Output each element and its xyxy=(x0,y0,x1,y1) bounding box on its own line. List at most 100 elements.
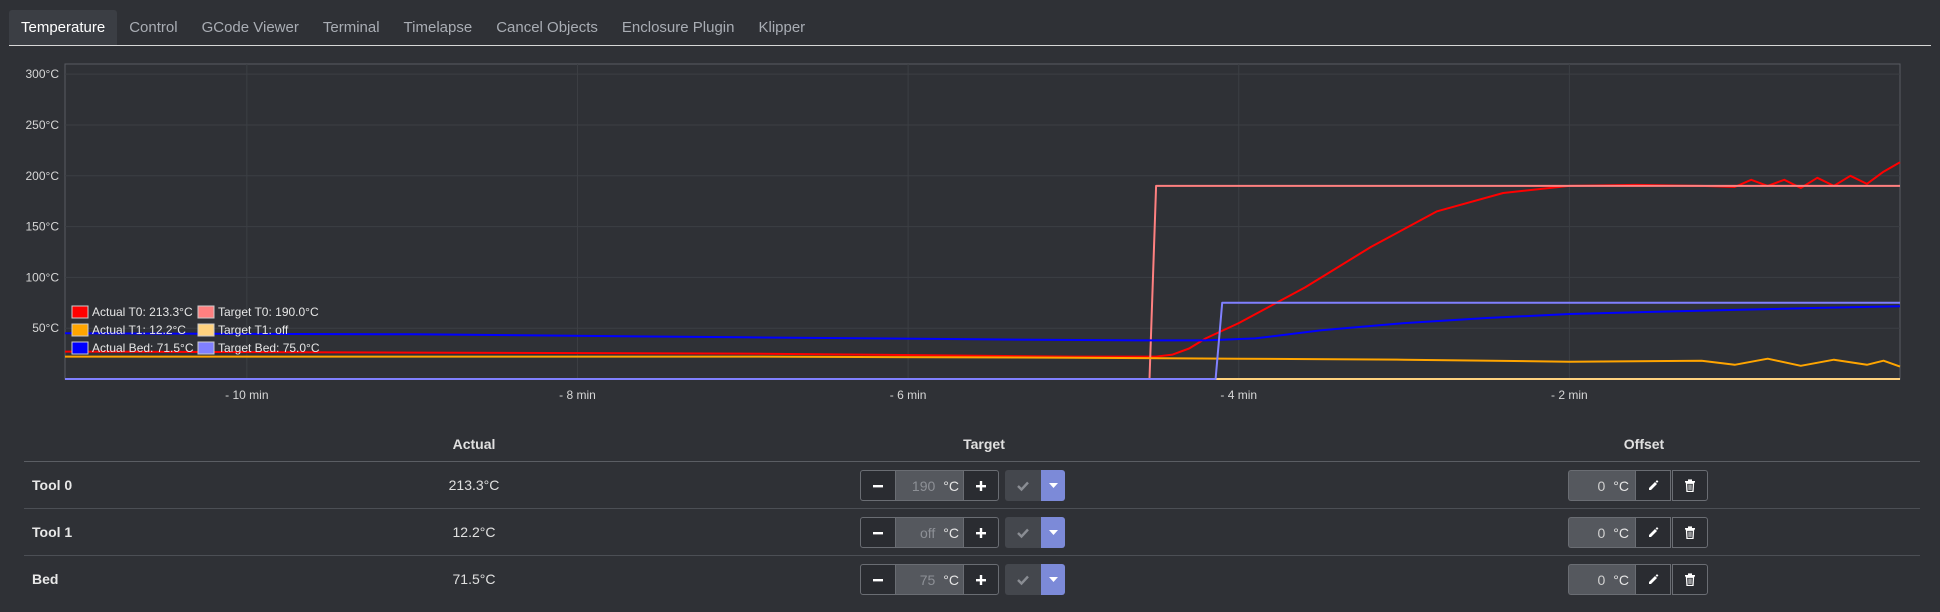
tab-cancel-objects[interactable]: Cancel Objects xyxy=(484,10,610,45)
tab-enclosure-plugin[interactable]: Enclosure Plugin xyxy=(610,10,747,45)
caret-down-icon xyxy=(1048,529,1058,535)
offset-unit: °C xyxy=(1613,477,1629,494)
pencil-icon xyxy=(1649,479,1659,490)
offset-value: 0 xyxy=(1597,477,1606,494)
tab-temperature[interactable]: Temperature xyxy=(9,10,118,45)
tab-timelapse[interactable]: Timelapse xyxy=(392,10,485,45)
y-tick-label: 150°C xyxy=(26,220,60,234)
temperature-chart: 50°C100°C150°C200°C250°C300°C - 10 min - … xyxy=(26,63,1901,402)
apply-button[interactable] xyxy=(1005,564,1041,595)
x-tick-label: - 8 min xyxy=(559,388,596,402)
pencil-icon xyxy=(1649,573,1659,584)
apply-button[interactable] xyxy=(1005,470,1041,501)
header-target: Target xyxy=(963,436,1005,452)
x-axis: - 10 min - 8 min - 6 min - 4 min - 2 min xyxy=(225,388,1588,402)
legend-label: Target T0: 190.0°C xyxy=(218,305,319,319)
legend-swatch xyxy=(71,323,89,337)
legend-swatch xyxy=(197,305,215,319)
x-tick-label: - 4 min xyxy=(1220,388,1257,402)
target-control: off °C xyxy=(860,517,1065,548)
header-actual: Actual xyxy=(452,436,496,452)
offset-control: 0 °C xyxy=(1568,564,1708,595)
x-tick-label: - 10 min xyxy=(225,388,268,402)
y-tick-label: 100°C xyxy=(26,270,60,284)
table-row: Bed 71.5°C 75 °C 0 °C xyxy=(24,556,1920,603)
row-name: Tool 1 xyxy=(32,524,73,540)
offset-control: 0 °C xyxy=(1568,470,1708,501)
offset-input[interactable]: 0 °C xyxy=(1568,564,1635,595)
apply-button[interactable] xyxy=(1005,517,1041,548)
tab-klipper[interactable]: Klipper xyxy=(746,10,817,45)
trash-icon xyxy=(1685,573,1695,586)
y-tick-label: 250°C xyxy=(26,118,60,132)
y-tick-label: 200°C xyxy=(26,169,60,183)
plus-icon xyxy=(976,527,986,538)
offset-input[interactable]: 0 °C xyxy=(1568,517,1635,548)
target-input[interactable]: 190 °C xyxy=(896,470,963,501)
increase-button[interactable] xyxy=(963,564,999,595)
plus-icon xyxy=(976,480,986,491)
temperature-table: Actual Target Offset Tool 0 213.3°C 190 … xyxy=(24,428,1920,603)
minus-icon xyxy=(873,578,883,581)
presets-dropdown-button[interactable] xyxy=(1041,517,1065,548)
target-input[interactable]: off °C xyxy=(896,517,963,548)
row-actual: 213.3°C xyxy=(448,477,500,493)
row-name: Tool 0 xyxy=(32,477,73,493)
target-control: 75 °C xyxy=(860,564,1065,595)
tab-gcode-viewer[interactable]: GCode Viewer xyxy=(190,10,311,45)
minus-icon xyxy=(873,484,883,487)
caret-down-icon xyxy=(1048,482,1058,488)
edit-offset-button[interactable] xyxy=(1635,564,1671,595)
legend-swatch xyxy=(71,341,89,355)
decrease-button[interactable] xyxy=(860,517,896,548)
tab-control[interactable]: Control xyxy=(117,10,189,45)
target-value: 190 xyxy=(911,477,936,494)
y-tick-label: 50°C xyxy=(32,321,59,335)
target-input[interactable]: 75 °C xyxy=(896,564,963,595)
plot-area xyxy=(64,63,1901,380)
delete-offset-button[interactable] xyxy=(1672,470,1708,501)
legend-label: Actual T1: 12.2°C xyxy=(92,323,186,337)
minus-icon xyxy=(873,531,883,534)
check-icon xyxy=(1017,481,1029,491)
row-actual: 12.2°C xyxy=(452,524,496,540)
decrease-button[interactable] xyxy=(860,470,896,501)
offset-input[interactable]: 0 °C xyxy=(1568,470,1635,501)
presets-dropdown-button[interactable] xyxy=(1041,470,1065,501)
increase-button[interactable] xyxy=(963,470,999,501)
tab-terminal[interactable]: Terminal xyxy=(311,10,392,45)
y-tick-label: 300°C xyxy=(26,67,60,81)
row-name: Bed xyxy=(32,571,59,587)
legend-label: Actual Bed: 71.5°C xyxy=(92,341,194,355)
target-value: off xyxy=(919,524,936,541)
presets-dropdown-button[interactable] xyxy=(1041,564,1065,595)
target-control: 190 °C xyxy=(860,470,1065,501)
offset-value: 0 xyxy=(1597,524,1606,541)
legend-label: Actual T0: 213.3°C xyxy=(92,305,193,319)
delete-offset-button[interactable] xyxy=(1672,517,1708,548)
row-actual: 71.5°C xyxy=(452,571,496,587)
x-tick-label: - 6 min xyxy=(890,388,927,402)
pencil-icon xyxy=(1649,526,1659,537)
check-icon xyxy=(1017,575,1029,585)
edit-offset-button[interactable] xyxy=(1635,517,1671,548)
decrease-button[interactable] xyxy=(860,564,896,595)
offset-control: 0 °C xyxy=(1568,517,1708,548)
trash-icon xyxy=(1685,479,1695,492)
delete-offset-button[interactable] xyxy=(1672,564,1708,595)
y-axis: 50°C 100°C 150°C 200°C 250°C 300°C xyxy=(26,67,60,335)
legend-label: Target Bed: 75.0°C xyxy=(218,341,320,355)
target-unit: °C xyxy=(943,524,959,541)
table-row: Tool 0 213.3°C 190 °C 0 °C xyxy=(24,462,1920,509)
target-unit: °C xyxy=(943,571,959,588)
legend-label: Target T1: off xyxy=(218,323,289,337)
legend-swatch xyxy=(197,323,215,337)
offset-unit: °C xyxy=(1613,571,1629,588)
target-value: 75 xyxy=(919,571,936,588)
increase-button[interactable] xyxy=(963,517,999,548)
x-tick-label: - 2 min xyxy=(1551,388,1588,402)
edit-offset-button[interactable] xyxy=(1635,470,1671,501)
plus-icon xyxy=(976,574,986,585)
header-offset: Offset xyxy=(1623,436,1665,452)
caret-down-icon xyxy=(1048,576,1058,582)
